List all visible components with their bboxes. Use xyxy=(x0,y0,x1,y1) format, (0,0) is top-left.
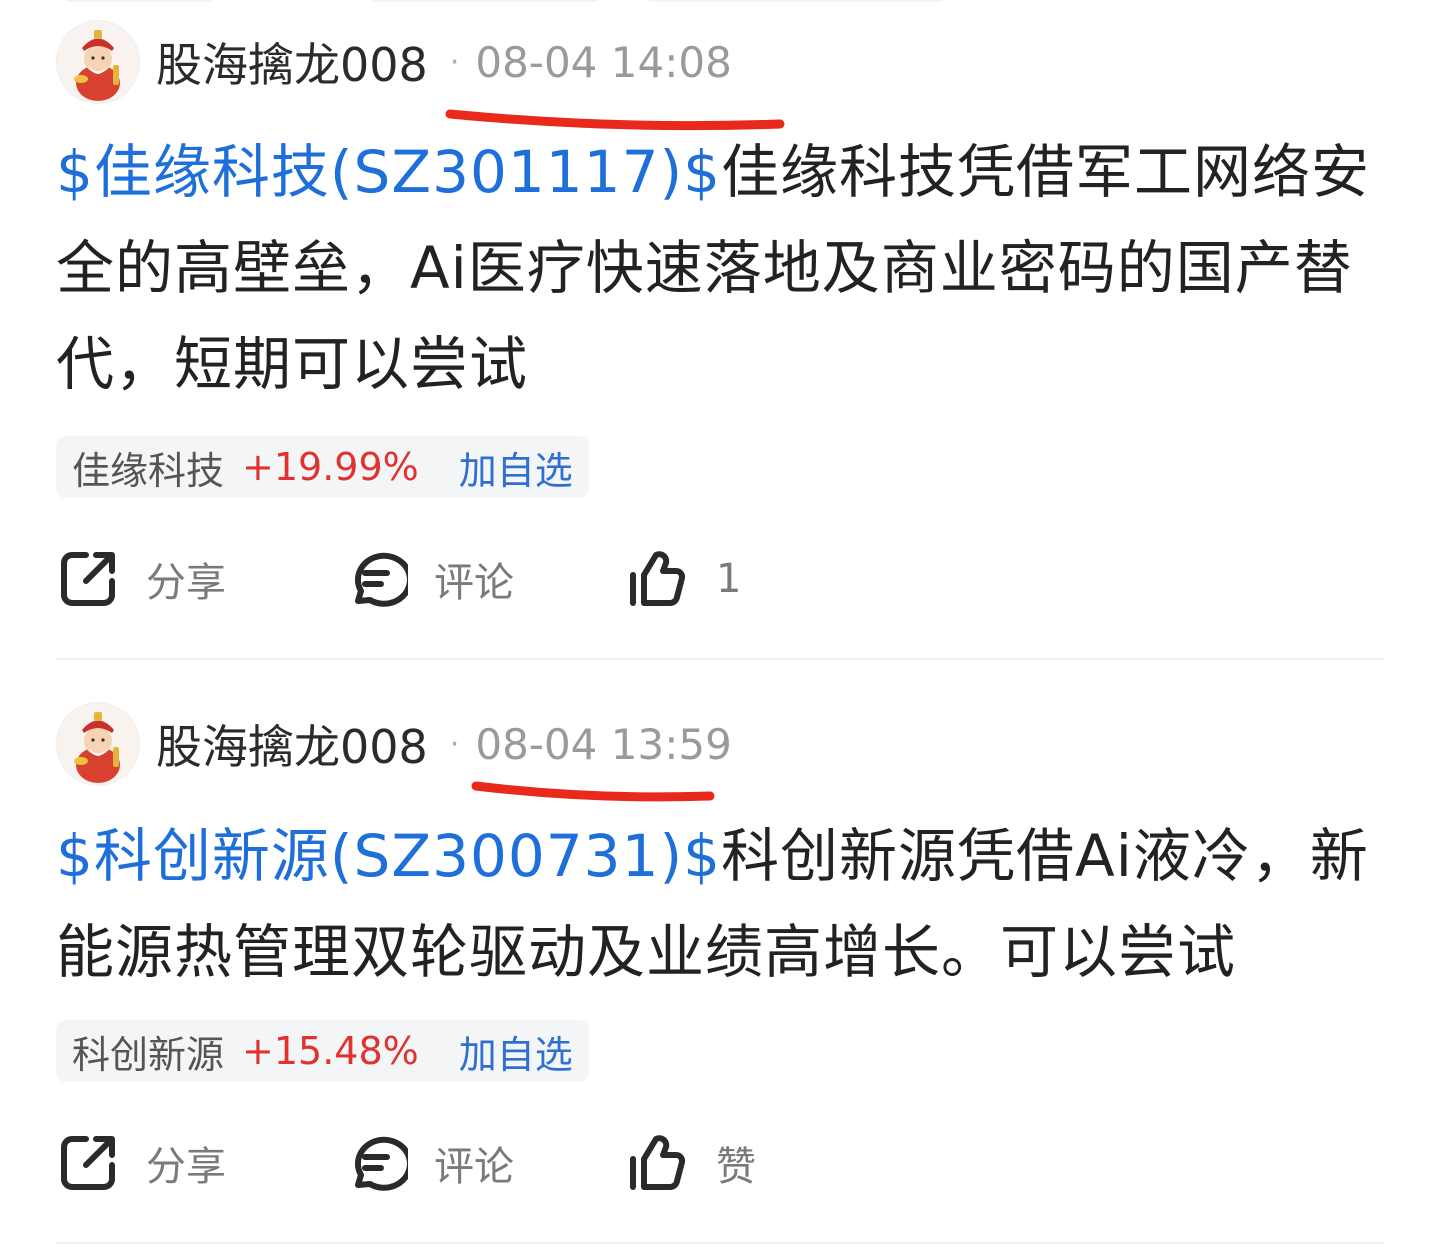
stock-name[interactable]: 佳缘科技 xyxy=(72,440,224,495)
stock-ticker-link[interactable]: $科创新源(SZ300731)$ xyxy=(56,822,721,890)
author-name[interactable]: 股海擒龙008 xyxy=(156,711,428,777)
post-header: 股海擒龙008 · 08-04 13:59 xyxy=(56,702,732,786)
content-line: 代，短期可以尝试 xyxy=(56,330,529,398)
comment-icon xyxy=(354,552,408,607)
stock-change: +15.48% xyxy=(242,1029,419,1073)
share-label: 分享 xyxy=(146,560,226,606)
stock-change: +19.99% xyxy=(242,445,419,489)
comment-label: 评论 xyxy=(434,560,514,606)
post-time: 08-04 14:08 xyxy=(475,37,732,87)
comment-icon xyxy=(354,1136,408,1191)
avatar[interactable] xyxy=(56,702,140,786)
content-line: 佳缘科技凭借军工网络安 xyxy=(721,138,1371,206)
post-content[interactable]: $科创新源(SZ300731)$科创新源凭借Ai液冷，新能源热管理双轮驱动及业绩… xyxy=(56,808,1384,1000)
content-line: 能源热管理双轮驱动及业绩高增长。可以尝试 xyxy=(56,918,1237,986)
comment-button[interactable]: 评论 xyxy=(344,544,514,614)
like-button[interactable]: 赞 xyxy=(626,1128,756,1198)
previous-post-tag xyxy=(645,0,945,2)
post-divider xyxy=(56,1242,1384,1244)
annotation-underline xyxy=(471,781,715,802)
author-name[interactable]: 股海擒龙008 xyxy=(156,29,428,95)
post-card[interactable]: 股海擒龙008 · 08-04 14:08 $佳缘科技(SZ301117)$佳缘… xyxy=(56,20,1384,660)
comment-button[interactable]: 评论 xyxy=(344,1128,514,1198)
like-label: 赞 xyxy=(716,1144,756,1190)
avatar-image xyxy=(57,703,139,785)
post-header: 股海擒龙008 · 08-04 14:08 xyxy=(56,20,732,104)
like-count: 1 xyxy=(716,556,742,602)
share-label: 分享 xyxy=(146,1144,226,1190)
previous-post-tag xyxy=(370,0,600,2)
share-icon xyxy=(61,552,115,606)
share-button[interactable]: 分享 xyxy=(56,544,226,614)
post-divider xyxy=(56,658,1384,660)
post-content[interactable]: $佳缘科技(SZ301117)$佳缘科技凭借军工网络安全的高壁垒，Ai医疗快速落… xyxy=(56,124,1384,412)
share-icon xyxy=(61,1136,115,1190)
stock-chip[interactable]: 佳缘科技 +19.99% 加自选 xyxy=(56,436,589,498)
content-line: 科创新源凭借Ai液冷，新 xyxy=(721,822,1369,890)
like-button[interactable]: 1 xyxy=(626,544,741,614)
separator-dot: · xyxy=(449,726,460,762)
add-watchlist-button[interactable]: 加自选 xyxy=(459,1024,573,1079)
post-time: 08-04 13:59 xyxy=(475,719,732,769)
avatar-image xyxy=(57,21,139,103)
action-bar: 分享 评论 1 xyxy=(56,544,956,614)
add-watchlist-button[interactable]: 加自选 xyxy=(459,440,573,495)
previous-post-tag xyxy=(64,0,214,2)
stock-name[interactable]: 科创新源 xyxy=(72,1024,224,1079)
avatar[interactable] xyxy=(56,20,140,104)
action-bar: 分享 评论 赞 xyxy=(56,1128,956,1198)
share-button[interactable]: 分享 xyxy=(56,1128,226,1198)
comment-label: 评论 xyxy=(434,1144,514,1190)
stock-ticker-link[interactable]: $佳缘科技(SZ301117)$ xyxy=(56,138,721,206)
post-card[interactable]: 股海擒龙008 · 08-04 13:59 $科创新源(SZ300731)$科创… xyxy=(56,702,1384,1242)
stock-chip[interactable]: 科创新源 +15.48% 加自选 xyxy=(56,1020,589,1082)
thumbs-up-icon xyxy=(630,1135,686,1190)
content-line: 全的高壁垒，Ai医疗快速落地及商业密码的国产替 xyxy=(56,234,1353,302)
thumbs-up-icon xyxy=(630,551,686,606)
separator-dot: · xyxy=(449,44,460,80)
